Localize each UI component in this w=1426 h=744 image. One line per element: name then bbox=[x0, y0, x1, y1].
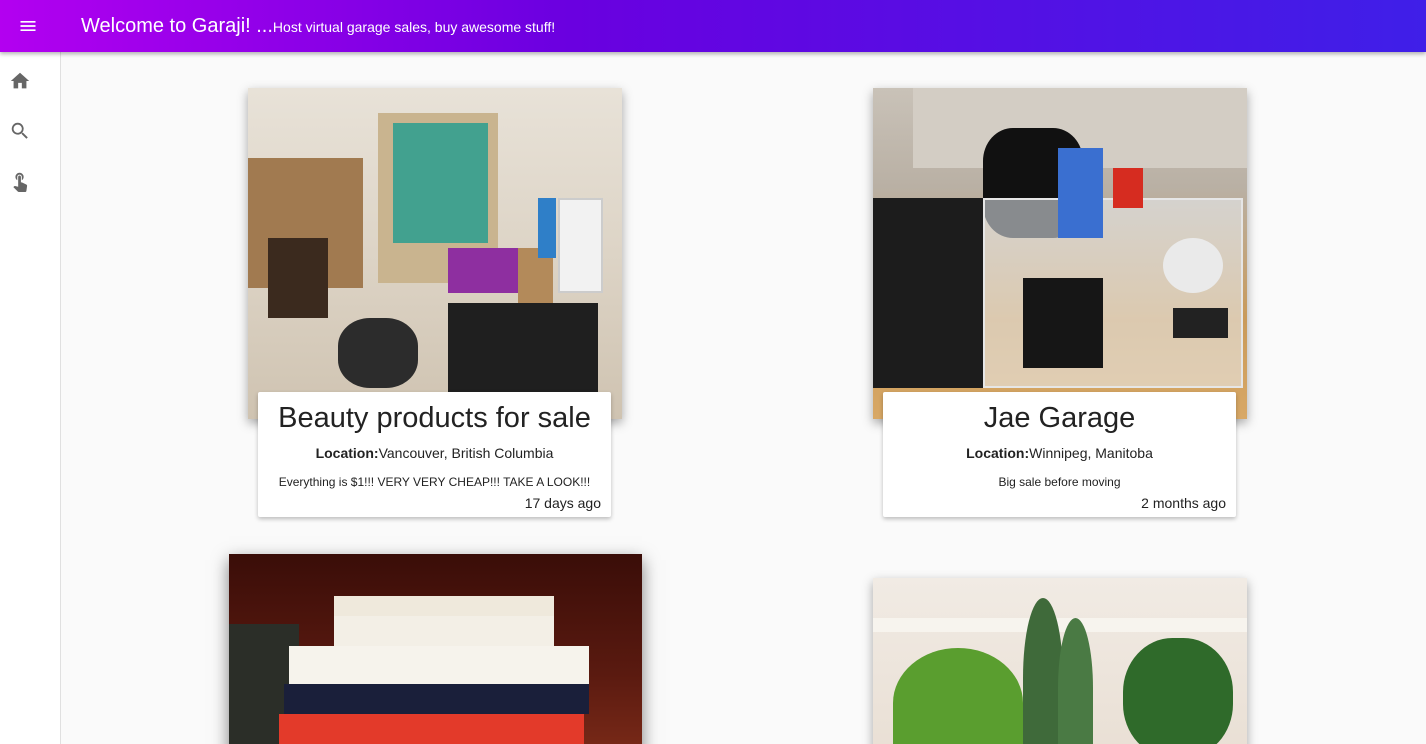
sale-card-info[interactable]: Jae Garage Location:Winnipeg, Manitoba B… bbox=[883, 392, 1236, 517]
app-subtitle: Host virtual garage sales, buy awesome s… bbox=[272, 18, 556, 35]
menu-button[interactable] bbox=[0, 0, 56, 52]
location-label: Location: bbox=[315, 445, 379, 461]
sale-location: Location:Winnipeg, Manitoba bbox=[893, 445, 1226, 461]
location-value: Vancouver, British Columbia bbox=[378, 445, 554, 461]
app-title: Welcome to Garaji! ... bbox=[81, 14, 273, 37]
sale-posted-time: 17 days ago bbox=[524, 495, 601, 511]
app-bar: Welcome to Garaji! ... Host virtual gara… bbox=[0, 0, 1426, 52]
sale-card-photo[interactable] bbox=[873, 88, 1247, 419]
sale-photo-beauty bbox=[248, 88, 622, 419]
sale-card-photo[interactable] bbox=[229, 554, 642, 744]
home-icon bbox=[10, 72, 30, 89]
sale-photo-plants bbox=[873, 578, 1247, 744]
app-title-group: Welcome to Garaji! ... Host virtual gara… bbox=[56, 15, 555, 38]
sale-title[interactable]: Jae Garage bbox=[893, 400, 1226, 437]
side-nav bbox=[0, 52, 61, 744]
sale-description: Everything is $1!!! VERY VERY CHEAP!!! T… bbox=[278, 475, 591, 489]
nav-search-button[interactable] bbox=[0, 111, 40, 151]
menu-icon bbox=[20, 21, 36, 31]
location-value: Winnipeg, Manitoba bbox=[1029, 445, 1153, 461]
sale-title[interactable]: Beauty products for sale bbox=[268, 400, 601, 437]
location-label: Location: bbox=[966, 445, 1030, 461]
nav-touch-button[interactable] bbox=[0, 161, 40, 201]
sale-card-info[interactable]: Beauty products for sale Location:Vancou… bbox=[258, 392, 611, 517]
sale-card-photo[interactable] bbox=[873, 578, 1247, 744]
sale-card-photo[interactable] bbox=[248, 88, 622, 419]
sale-description: Big sale before moving bbox=[998, 475, 1121, 489]
sale-photo-jae bbox=[873, 88, 1247, 419]
sale-posted-time: 2 months ago bbox=[1141, 495, 1226, 511]
sale-photo-games bbox=[229, 554, 642, 744]
search-icon bbox=[11, 122, 28, 139]
touch-icon bbox=[13, 172, 28, 192]
sale-location: Location:Vancouver, British Columbia bbox=[268, 445, 601, 461]
nav-home-button[interactable] bbox=[0, 61, 40, 101]
